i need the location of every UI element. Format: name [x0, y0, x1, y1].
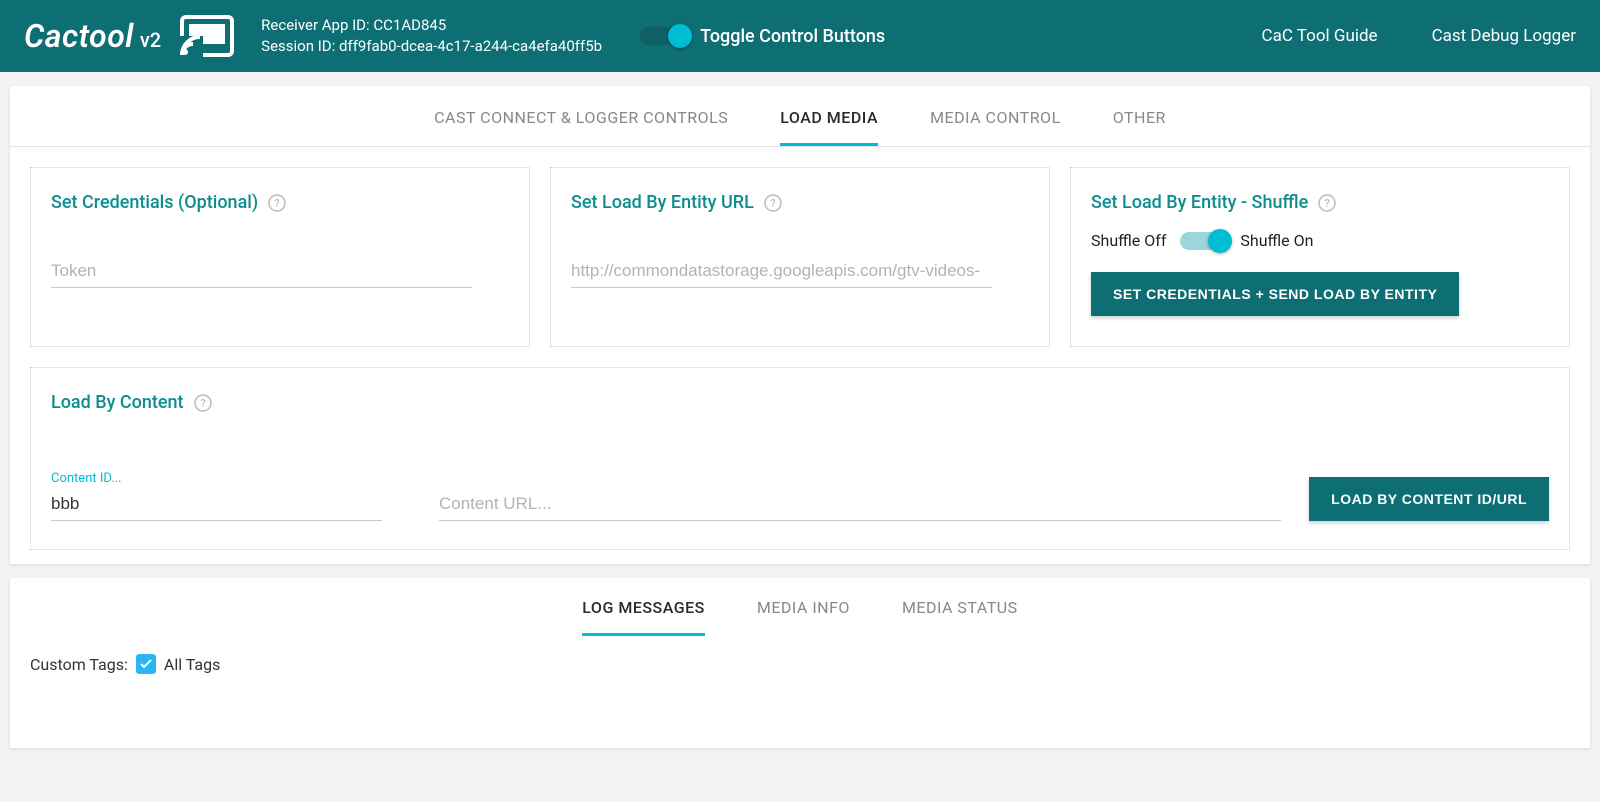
- brand-name: Cactool: [24, 17, 134, 55]
- shuffle-on-label: Shuffle On: [1240, 231, 1313, 250]
- tab-media-status[interactable]: MEDIA STATUS: [902, 598, 1018, 636]
- shuffle-switch[interactable]: [1180, 232, 1226, 250]
- card-set-credentials: Set Credentials (Optional) ?: [30, 167, 530, 347]
- card-entity-url: Set Load By Entity URL ?: [550, 167, 1050, 347]
- card-shuffle: Set Load By Entity - Shuffle ? Shuffle O…: [1070, 167, 1570, 347]
- brand-version: v2: [140, 28, 161, 52]
- cast-debug-logger-link[interactable]: Cast Debug Logger: [1432, 26, 1576, 46]
- brand: Cactool v2: [24, 17, 161, 55]
- svg-text:?: ?: [274, 197, 279, 210]
- card-title-load-by-content: Load By Content: [51, 392, 184, 413]
- card-title-entity-url: Set Load By Entity URL: [571, 192, 754, 213]
- help-icon[interactable]: ?: [1318, 194, 1336, 212]
- send-load-by-entity-button[interactable]: SET CREDENTIALS + SEND LOAD BY ENTITY: [1091, 272, 1459, 316]
- tab-other[interactable]: OTHER: [1113, 108, 1166, 146]
- custom-tags-label: Custom Tags:: [30, 655, 128, 674]
- tab-load-media[interactable]: LOAD MEDIA: [780, 108, 878, 146]
- card-title-credentials: Set Credentials (Optional): [51, 192, 258, 213]
- log-tabs: LOG MESSAGES MEDIA INFO MEDIA STATUS: [10, 578, 1590, 636]
- help-icon[interactable]: ?: [268, 194, 286, 212]
- main-panel: CAST CONNECT & LOGGER CONTROLS LOAD MEDI…: [10, 86, 1590, 564]
- load-by-content-button[interactable]: LOAD BY CONTENT ID/URL: [1309, 477, 1549, 521]
- card-load-by-content: Load By Content ? Content ID... LOAD BY …: [30, 367, 1570, 550]
- content-id-float-label: Content ID...: [51, 471, 411, 486]
- tab-cast-connect[interactable]: CAST CONNECT & LOGGER CONTROLS: [434, 108, 728, 146]
- card-title-shuffle: Set Load By Entity - Shuffle: [1091, 192, 1308, 213]
- receiver-id-label: Receiver App ID:: [261, 16, 370, 34]
- tab-media-control[interactable]: MEDIA CONTROL: [930, 108, 1061, 146]
- receiver-id-value: CC1AD845: [373, 16, 446, 34]
- session-id-label: Session ID:: [261, 37, 335, 55]
- content-id-input[interactable]: [51, 488, 382, 521]
- toggle-control-buttons-switch[interactable]: [640, 27, 686, 45]
- tab-log-messages[interactable]: LOG MESSAGES: [582, 598, 705, 636]
- cac-tool-guide-link[interactable]: CaC Tool Guide: [1262, 26, 1378, 46]
- all-tags-checkbox[interactable]: [136, 654, 156, 674]
- all-tags-label: All Tags: [164, 655, 220, 674]
- entity-url-input[interactable]: [571, 255, 992, 288]
- svg-text:?: ?: [770, 197, 775, 210]
- tab-media-info[interactable]: MEDIA INFO: [757, 598, 850, 636]
- toggle-control-buttons-label: Toggle Control Buttons: [700, 26, 885, 47]
- main-tabs: CAST CONNECT & LOGGER CONTROLS LOAD MEDI…: [10, 86, 1590, 147]
- app-header: Cactool v2 Receiver App ID: CC1AD845 Ses…: [0, 0, 1600, 72]
- token-input[interactable]: [51, 255, 472, 288]
- log-panel: LOG MESSAGES MEDIA INFO MEDIA STATUS Cus…: [10, 578, 1590, 748]
- svg-text:?: ?: [1325, 197, 1330, 210]
- cast-icon[interactable]: [179, 14, 235, 58]
- logs-body: Custom Tags: All Tags: [10, 636, 1590, 734]
- session-id-value: dff9fab0-dcea-4c17-a244-ca4efa40ff5b: [339, 37, 602, 55]
- help-icon[interactable]: ?: [764, 194, 782, 212]
- shuffle-off-label: Shuffle Off: [1091, 231, 1166, 250]
- help-icon[interactable]: ?: [194, 394, 212, 412]
- content-url-input[interactable]: [439, 488, 1281, 521]
- svg-text:?: ?: [200, 397, 205, 410]
- session-info: Receiver App ID: CC1AD845 Session ID: df…: [261, 15, 602, 57]
